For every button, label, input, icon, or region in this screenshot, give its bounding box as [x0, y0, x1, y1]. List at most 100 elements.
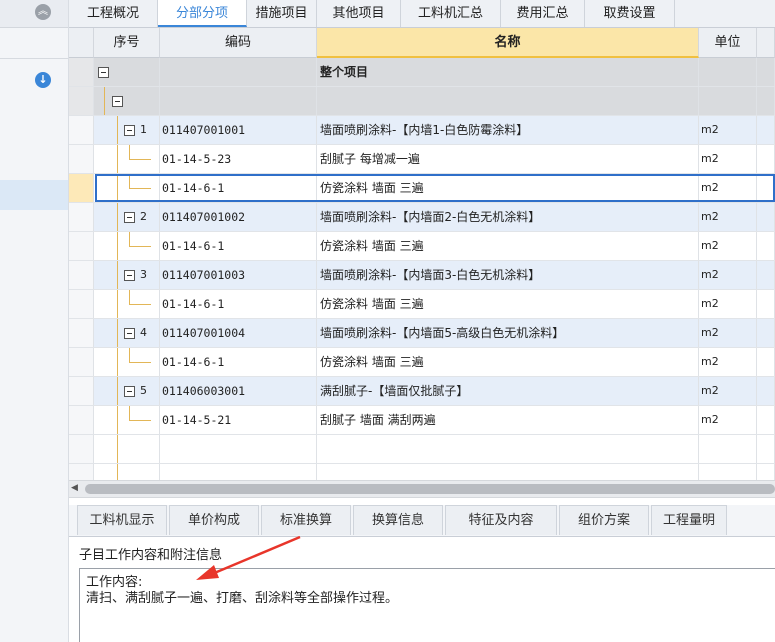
code-cell[interactable]: 01-14-5-23 — [160, 145, 317, 173]
table-row[interactable]: 1 011407001001 墙面喷刷涂料-【内墙1-白色防霉涂料】 m2 — [69, 116, 775, 145]
unit-cell[interactable]: m2 — [699, 145, 757, 173]
seq-cell[interactable] — [94, 58, 160, 86]
seq-cell[interactable]: 4 — [94, 319, 160, 347]
seq-cell[interactable]: 1 — [94, 116, 160, 144]
row-index-cell[interactable] — [69, 319, 94, 347]
table-row[interactable]: 5 011406003001 满刮腻子-【墙面仅批腻子】 m2 — [69, 377, 775, 406]
collapse-toggle-icon[interactable] — [124, 386, 135, 397]
seq-cell[interactable] — [94, 87, 160, 115]
seq-cell[interactable] — [94, 232, 160, 260]
seq-cell[interactable] — [94, 290, 160, 318]
extra-cell[interactable] — [757, 435, 775, 463]
sidebar-selected-item[interactable] — [0, 180, 68, 210]
name-cell[interactable]: 墙面喷刷涂料-【内墙面2-白色无机涂料】 — [317, 203, 699, 231]
tab-2[interactable]: 措施项目 — [247, 0, 317, 27]
unit-cell[interactable]: m2 — [699, 261, 757, 289]
extra-cell[interactable] — [757, 377, 775, 405]
row-index-cell[interactable] — [69, 145, 94, 173]
name-column-header[interactable]: 名称 — [317, 28, 699, 58]
seq-cell[interactable] — [94, 145, 160, 173]
tab-0[interactable]: 工程概况 — [69, 0, 158, 27]
unit-cell[interactable]: m2 — [699, 290, 757, 318]
seq-cell[interactable]: 5 — [94, 377, 160, 405]
name-cell[interactable]: 整个项目 — [317, 58, 699, 86]
name-cell[interactable] — [317, 87, 699, 115]
extra-cell[interactable] — [757, 232, 775, 260]
seq-cell[interactable] — [94, 348, 160, 376]
table-row[interactable]: 2 011407001002 墙面喷刷涂料-【内墙面2-白色无机涂料】 m2 — [69, 203, 775, 232]
seq-cell[interactable] — [94, 435, 160, 463]
table-row[interactable]: 01-14-6-1 仿瓷涂料 墙面 三遍 m2 — [69, 290, 775, 319]
unit-cell[interactable]: m2 — [699, 377, 757, 405]
collapse-toggle-icon[interactable] — [124, 328, 135, 339]
detail-tab-5[interactable]: 组价方案 — [559, 505, 649, 535]
collapse-toggle-icon[interactable] — [124, 125, 135, 136]
table-row[interactable]: 整个项目 — [69, 58, 775, 87]
collapse-toggle-icon[interactable] — [124, 270, 135, 281]
name-cell[interactable]: 刮腻子 每增减一遍 — [317, 145, 699, 173]
row-index-cell[interactable] — [69, 174, 94, 202]
table-row[interactable]: 3 011407001003 墙面喷刷涂料-【内墙面3-白色无机涂料】 m2 — [69, 261, 775, 290]
row-index-cell[interactable] — [69, 290, 94, 318]
work-content-box[interactable]: 工作内容: 清扫、满刮腻子一遍、打磨、刮涂料等全部操作过程。 — [79, 568, 775, 642]
extra-cell[interactable] — [757, 406, 775, 434]
name-cell[interactable]: 仿瓷涂料 墙面 三遍 — [317, 290, 699, 318]
unit-cell[interactable]: m2 — [699, 319, 757, 347]
code-cell[interactable] — [160, 87, 317, 115]
collapse-toggle-icon[interactable] — [112, 96, 123, 107]
unit-cell[interactable] — [699, 58, 757, 86]
row-index-cell[interactable] — [69, 232, 94, 260]
row-index-cell[interactable] — [69, 435, 94, 463]
detail-tab-1[interactable]: 单价构成 — [169, 505, 259, 535]
horizontal-scrollbar[interactable]: ◀ — [69, 480, 775, 498]
tab-6[interactable]: 取费设置 — [585, 0, 675, 27]
extra-cell[interactable] — [757, 319, 775, 347]
extra-cell[interactable] — [757, 58, 775, 86]
unit-cell[interactable] — [699, 435, 757, 463]
detail-tab-3[interactable]: 换算信息 — [353, 505, 443, 535]
unit-cell[interactable]: m2 — [699, 203, 757, 231]
table-row[interactable]: 01-14-6-1 仿瓷涂料 墙面 三遍 m2 — [69, 348, 775, 377]
table-row[interactable]: 01-14-5-21 刮腻子 墙面 满刮两遍 m2 — [69, 406, 775, 435]
name-cell[interactable] — [317, 435, 699, 463]
seq-cell[interactable] — [94, 174, 160, 202]
code-cell[interactable]: 011406003001 — [160, 377, 317, 405]
collapse-toggle-icon[interactable] — [124, 212, 135, 223]
seq-column-header[interactable]: 序号 — [94, 28, 160, 58]
name-cell[interactable]: 满刮腻子-【墙面仅批腻子】 — [317, 377, 699, 405]
extra-cell[interactable] — [757, 116, 775, 144]
row-index-cell[interactable] — [69, 377, 94, 405]
detail-tab-6[interactable]: 工程量明 — [651, 505, 727, 535]
row-index-cell[interactable] — [69, 203, 94, 231]
row-index-cell[interactable] — [69, 261, 94, 289]
table-row[interactable]: 4 011407001004 墙面喷刷涂料-【内墙面5-高级白色无机涂料】 m2 — [69, 319, 775, 348]
table-row[interactable] — [69, 435, 775, 464]
unit-cell[interactable]: m2 — [699, 116, 757, 144]
code-cell[interactable]: 01-14-5-21 — [160, 406, 317, 434]
code-cell[interactable] — [160, 58, 317, 86]
code-cell[interactable]: 01-14-6-1 — [160, 348, 317, 376]
unit-cell[interactable]: m2 — [699, 232, 757, 260]
unit-cell[interactable]: m2 — [699, 174, 757, 202]
detail-tab-2[interactable]: 标准换算 — [261, 505, 351, 535]
detail-tab-4[interactable]: 特征及内容 — [445, 505, 557, 535]
name-cell[interactable]: 仿瓷涂料 墙面 三遍 — [317, 174, 699, 202]
code-cell[interactable]: 011407001002 — [160, 203, 317, 231]
extra-cell[interactable] — [757, 145, 775, 173]
code-cell[interactable]: 01-14-6-1 — [160, 232, 317, 260]
code-cell[interactable]: 011407001001 — [160, 116, 317, 144]
name-cell[interactable]: 仿瓷涂料 墙面 三遍 — [317, 348, 699, 376]
table-row[interactable]: 01-14-6-1 仿瓷涂料 墙面 三遍 m2 — [69, 232, 775, 261]
detail-tab-0[interactable]: 工料机显示 — [77, 505, 167, 535]
row-index-cell[interactable] — [69, 406, 94, 434]
row-index-cell[interactable] — [69, 58, 94, 86]
unit-cell[interactable]: m2 — [699, 348, 757, 376]
extra-cell[interactable] — [757, 348, 775, 376]
tab-4[interactable]: 工料机汇总 — [401, 0, 501, 27]
row-index-cell[interactable] — [69, 116, 94, 144]
extra-cell[interactable] — [757, 174, 775, 202]
tab-1[interactable]: 分部分项 — [158, 0, 247, 27]
row-index-cell[interactable] — [69, 87, 94, 115]
scrollbar-thumb[interactable] — [85, 484, 775, 494]
unit-cell[interactable]: m2 — [699, 406, 757, 434]
